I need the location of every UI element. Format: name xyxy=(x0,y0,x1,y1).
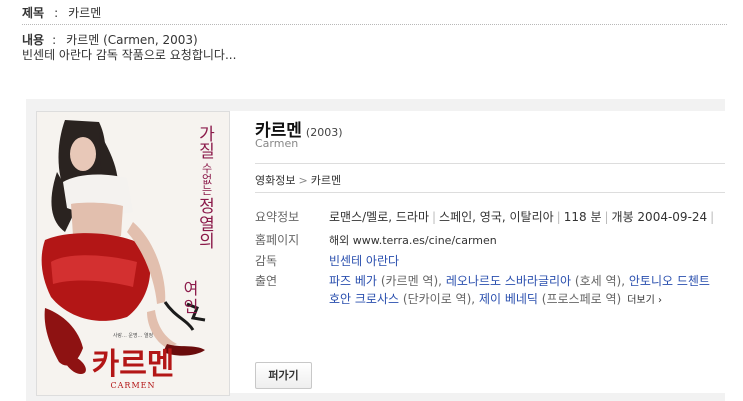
breadcrumb-root[interactable]: 영화정보 xyxy=(255,174,295,187)
svg-text:여: 여 xyxy=(184,279,199,298)
post-title-value: 카르멘 xyxy=(68,6,102,20)
cast-separator: , xyxy=(621,274,626,288)
post-content: 내용: 카르멘 (Carmen, 2003) 빈센테 아란다 감독 작품으로 요청… xyxy=(22,33,236,63)
svg-text:인: 인 xyxy=(184,297,199,316)
movie-poster[interactable]: 가질수없는정열의 여 인 사랑... 운명... 열정 카르멘 CARMEN xyxy=(36,111,230,396)
title-divider xyxy=(255,163,725,164)
cast-separator: , xyxy=(471,292,476,306)
director-link[interactable]: 빈센테 아란다 xyxy=(329,254,399,268)
homepage-row: 홈페이지 해외 www.terra.es/cine/carmen xyxy=(255,231,497,248)
post-content-separator: : xyxy=(52,33,57,47)
homepage-label: 홈페이지 xyxy=(255,233,300,247)
poster-title: 카르멘 xyxy=(92,347,175,382)
summary-row: 요약정보 로맨스/멜로, 드라마 | 스페인, 영국, 이탈리아 | 118 분 | 개봉 2… xyxy=(255,208,717,225)
breadcrumb-divider xyxy=(255,192,725,193)
cast-role: (프로스페로 역) xyxy=(541,292,622,306)
cast-row-2: 호안 크로사스 (단카이로 역), 제이 베네딕 (프로스페로 역) 더보기 › xyxy=(329,290,662,307)
post-content-body: 빈센테 아란다 감독 작품으로 요청합니다... xyxy=(22,48,237,62)
post-title-row: 제목: 카르멘 xyxy=(22,4,727,24)
cast-link[interactable]: 호안 크로사스 xyxy=(329,292,399,306)
movie-poster-image: 가질수없는정열의 여 인 사랑... 운명... 열정 카르멘 CARMEN xyxy=(37,112,229,395)
cast-link[interactable]: 파즈 베가 xyxy=(329,274,377,288)
post-title-label: 제목 xyxy=(22,6,45,20)
cast-link[interactable]: 안토니오 드첸트 xyxy=(629,274,710,288)
summary-release: 개봉 2004-09-24 xyxy=(611,210,708,224)
cast-role: (호세 역) xyxy=(574,274,622,288)
summary-pipe: | xyxy=(556,210,561,224)
homepage-prefix: 해외 xyxy=(329,234,350,247)
movie-year: (2003) xyxy=(305,126,343,139)
summary-pipe: | xyxy=(432,210,437,224)
cast-separator: , xyxy=(438,274,442,288)
director-row: 감독 빈센테 아란다 xyxy=(255,252,399,269)
summary-label: 요약정보 xyxy=(255,210,300,224)
post-divider xyxy=(22,24,727,25)
breadcrumb-current: 카르멘 xyxy=(310,174,342,187)
poster-title-en: CARMEN xyxy=(111,381,156,390)
post-content-label: 내용 xyxy=(22,33,45,47)
cast-link[interactable]: 제이 베네딕 xyxy=(479,292,538,306)
post-title-separator: : xyxy=(54,6,59,20)
director-label: 감독 xyxy=(255,254,278,268)
cast-more-link[interactable]: 더보기 › xyxy=(627,295,662,306)
cast-link[interactable]: 레오나르도 스바라글리아 xyxy=(446,274,571,288)
movie-title-english: Carmen xyxy=(255,137,299,150)
homepage-link[interactable]: www.terra.es/cine/carmen xyxy=(353,234,497,247)
summary-genre: 로맨스/멜로, 드라마 xyxy=(329,210,429,224)
breadcrumb-arrow-icon: > xyxy=(298,174,308,187)
poster-small-caption: 사랑... 운명... 열정 xyxy=(113,332,153,339)
summary-pipe: | xyxy=(604,210,609,224)
cast-role: (단카이로 역) xyxy=(402,292,472,306)
summary-runtime: 118 분 xyxy=(563,210,602,224)
cast-role: (카르멘 역) xyxy=(380,274,439,288)
summary-pipe: | xyxy=(710,210,715,224)
share-button[interactable]: 퍼가기 xyxy=(255,362,312,389)
cast-label: 출연 xyxy=(255,274,278,288)
cast-row-1: 출연 파즈 베가 (카르멘 역), 레오나르도 스바라글리아 (호세 역), 안토… xyxy=(255,272,710,289)
breadcrumb: 영화정보 > 카르멘 xyxy=(255,172,341,188)
summary-countries: 스페인, 영국, 이탈리아 xyxy=(439,210,554,224)
post-content-value: 카르멘 (Carmen, 2003) xyxy=(66,33,198,47)
